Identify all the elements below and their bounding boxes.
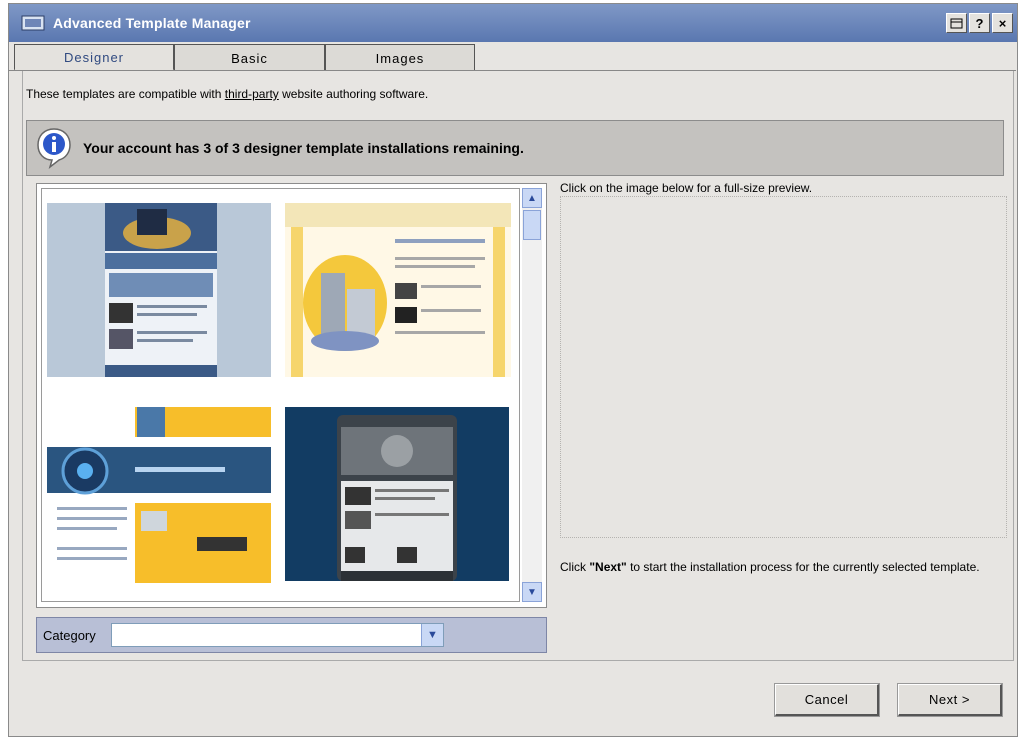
close-icon[interactable]: × [992, 13, 1013, 33]
info-banner: Your account has 3 of 3 designer templat… [26, 120, 1004, 176]
preview-area[interactable] [560, 196, 1007, 538]
template-thumb-3[interactable] [47, 407, 271, 583]
template-gallery: ▲ ▼ [36, 183, 547, 608]
preview-caption: Click on the image below for a full-size… [560, 181, 813, 195]
category-select[interactable]: ▼ [111, 623, 444, 647]
scroll-down-icon[interactable]: ▼ [522, 582, 542, 602]
tab-strip: Designer Basic Images [14, 44, 475, 71]
next-help-end: to start the installation process for th… [626, 560, 980, 574]
template-thumb-1[interactable] [47, 203, 271, 377]
installations-remaining-message: Your account has 3 of 3 designer templat… [83, 140, 524, 156]
next-help-start: Click [560, 560, 590, 574]
scroll-up-icon[interactable]: ▲ [522, 188, 542, 208]
intro-text: These templates are compatible with thir… [26, 87, 428, 101]
help-icon[interactable]: ? [969, 13, 990, 33]
scroll-thumb[interactable] [523, 210, 541, 240]
tab-designer[interactable]: Designer [14, 44, 174, 71]
window-title: Advanced Template Manager [53, 15, 251, 31]
app-icon [21, 15, 45, 31]
template-thumb-4[interactable] [285, 407, 509, 581]
tab-images[interactable]: Images [325, 44, 475, 71]
info-icon [37, 128, 71, 169]
intro-text-start: These templates are compatible with [26, 87, 225, 101]
category-bar: Category ▼ [36, 617, 547, 653]
third-party-link[interactable]: third-party [225, 87, 279, 101]
cancel-button[interactable]: Cancel [774, 683, 880, 717]
minimize-icon[interactable] [946, 13, 967, 33]
category-label: Category [43, 627, 96, 643]
tab-basic[interactable]: Basic [174, 44, 325, 71]
next-button[interactable]: Next > [897, 683, 1003, 717]
gallery-scrollbar[interactable]: ▲ ▼ [522, 188, 542, 602]
template-thumb-2[interactable] [285, 203, 511, 377]
next-help-text: Click "Next" to start the installation p… [560, 560, 980, 575]
intro-text-end: website authoring software. [278, 87, 429, 101]
title-bar[interactable]: Advanced Template Manager ? × [9, 4, 1017, 42]
chevron-down-icon[interactable]: ▼ [421, 624, 443, 646]
template-grid [41, 188, 520, 602]
next-help-strong: "Next" [589, 560, 627, 574]
